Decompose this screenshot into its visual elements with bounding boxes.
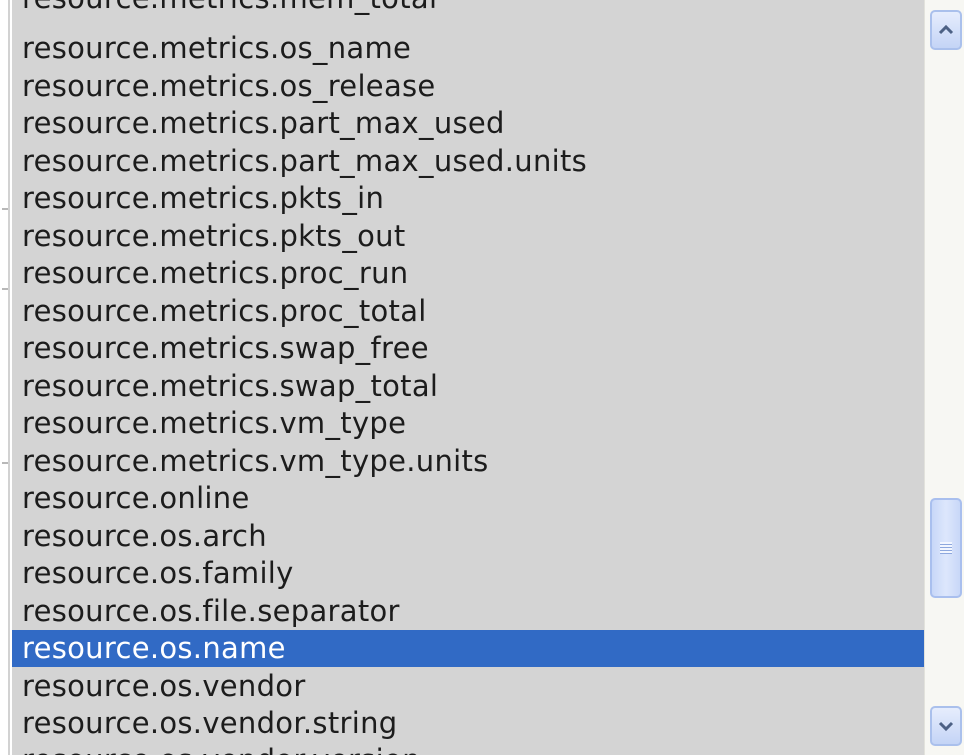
list-item[interactable]: resource.metrics.pkts_in (12, 180, 924, 217)
list-item[interactable]: resource.os.arch (12, 518, 924, 555)
grip-icon (940, 542, 952, 554)
chevron-up-icon (938, 24, 954, 35)
vertical-scrollbar[interactable] (924, 0, 964, 755)
list-item[interactable]: resource.metrics.swap_total (12, 368, 924, 405)
listbox-left-border (0, 0, 10, 755)
border-tick (2, 462, 8, 464)
list-item[interactable]: resource.metrics.part_max_used.units (12, 143, 924, 180)
chevron-down-icon (938, 721, 954, 732)
list-item[interactable]: resource.metrics.part_max_used (12, 105, 924, 142)
list-item[interactable]: resource.metrics.vm_type.units (12, 443, 924, 480)
list-item[interactable]: resource.os.vendor.string (12, 705, 924, 742)
list-item[interactable]: resource.metrics.swap_free (12, 330, 924, 367)
list-item[interactable]: resource.metrics.proc_total (12, 293, 924, 330)
scroll-up-button[interactable] (930, 10, 962, 50)
list-item[interactable]: resource.os.vendor.version (12, 742, 924, 755)
scroll-thumb[interactable] (930, 498, 962, 598)
border-tick (2, 288, 8, 290)
metric-listbox[interactable]: resource.metrics.mem_total resource.metr… (0, 0, 964, 755)
list-item[interactable]: resource.metrics.os_release (12, 68, 924, 105)
list-item-selected[interactable]: resource.os.name (12, 630, 924, 667)
list-item[interactable]: resource.metrics.os_name (12, 30, 924, 67)
list-item[interactable]: resource.os.vendor (12, 668, 924, 705)
border-tick (2, 208, 8, 210)
list-item[interactable]: resource.metrics.mem_total (12, 0, 924, 17)
list-item[interactable]: resource.metrics.proc_run (12, 255, 924, 292)
list-item[interactable]: resource.metrics.vm_type (12, 405, 924, 442)
list-item[interactable]: resource.online (12, 480, 924, 517)
list-item[interactable]: resource.os.file.separator (12, 593, 924, 630)
scroll-down-button[interactable] (930, 706, 962, 746)
list-items-area[interactable]: resource.metrics.mem_total resource.metr… (12, 0, 924, 755)
list-item[interactable]: resource.os.family (12, 555, 924, 592)
list-item[interactable]: resource.metrics.pkts_out (12, 218, 924, 255)
